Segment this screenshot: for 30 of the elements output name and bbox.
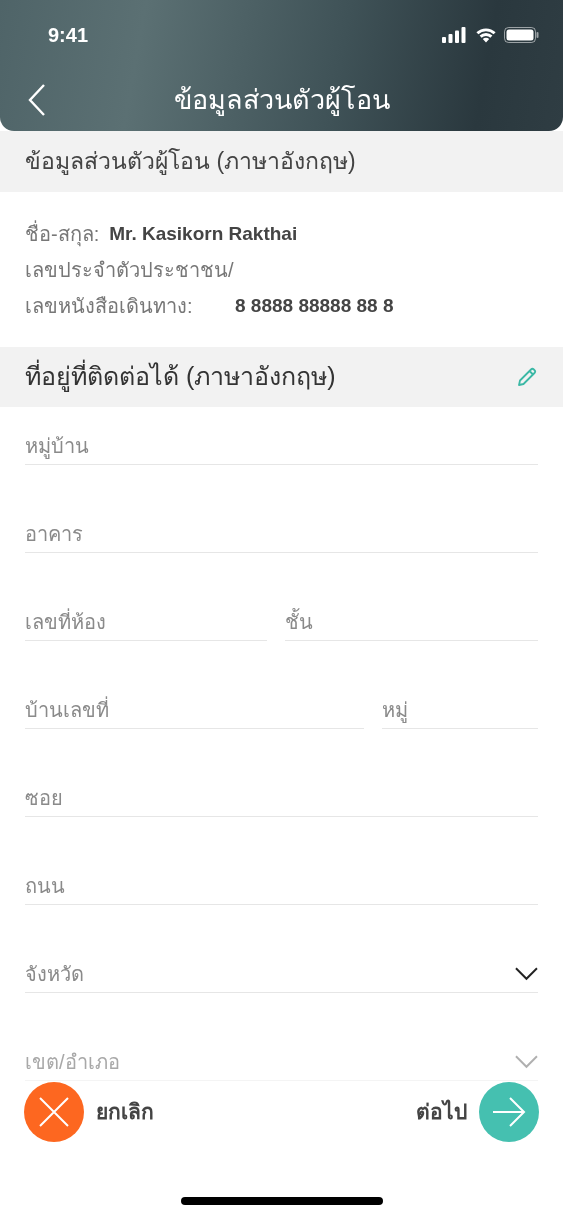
input-field[interactable]: บ้านเลขที่ (25, 694, 364, 725)
info-value: Mr. Kasikorn Rakthai (109, 221, 298, 246)
wifi-icon (475, 27, 497, 43)
input-field[interactable]: หมู่ (382, 694, 538, 725)
info-label: เลขหนังสือเดินทาง: (25, 294, 194, 319)
input-field[interactable]: ซอย (25, 782, 538, 813)
section-title: ที่อยู่ที่ติดต่อได้ (ภาษาอังกฤษ) (25, 358, 336, 396)
status-time: 9:41 (48, 23, 89, 48)
input-field[interactable]: ถนน (25, 870, 538, 901)
info-label: ชื่อ-สกุล: (25, 219, 100, 249)
section-title: ข้อมูลส่วนตัวผู้โอน (ภาษาอังกฤษ) (25, 147, 356, 177)
signal-icon (442, 27, 468, 43)
input-field[interactable]: เลขที่ห้อง (25, 606, 267, 637)
input-field[interactable]: หมู่บ้าน (25, 430, 538, 461)
pencil-icon (517, 367, 537, 387)
arrow-right-icon (492, 1097, 526, 1127)
screen-title: ข้อมูลส่วนตัวผู้โอน (173, 83, 390, 118)
back-button[interactable] (26, 84, 48, 116)
info-label: เลขประจำตัวประชาชน/ (25, 258, 234, 283)
chevron-down-icon (515, 1054, 538, 1069)
cancel-button[interactable]: ยกเลิก (24, 1082, 154, 1142)
dropdown-field[interactable]: จังหวัด (25, 958, 516, 989)
chevron-down-icon (515, 966, 538, 981)
info-value: 8 8888 88888 88 8 (235, 293, 394, 318)
close-icon (39, 1097, 69, 1127)
input-field[interactable]: อาคาร (25, 518, 538, 549)
input-field[interactable]: ชั้น (285, 606, 538, 637)
back-icon (28, 84, 46, 116)
battery-icon (504, 27, 539, 43)
next-button[interactable]: ต่อไป (416, 1082, 539, 1142)
